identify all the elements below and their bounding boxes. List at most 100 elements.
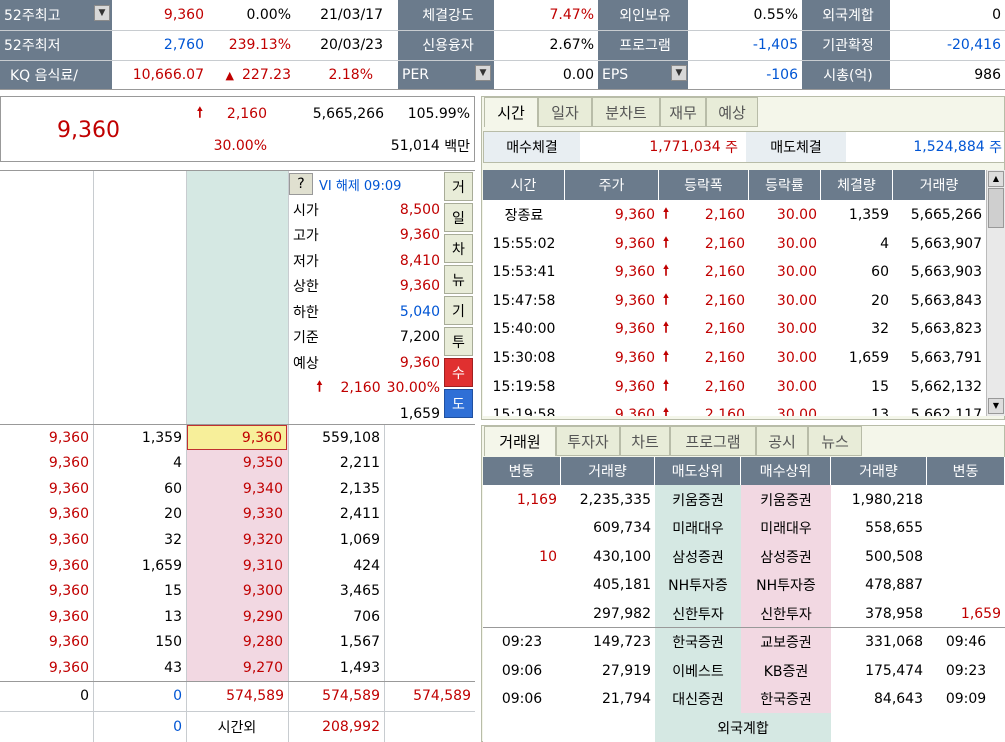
info-label: 하한 [293,304,319,321]
ob-ask-price[interactable]: 9,310 [187,553,287,578]
side-button-3[interactable]: 뉴 [444,265,473,294]
info-label: 상한 [293,279,319,295]
broker-buy-name[interactable]: KB증권 [741,657,831,685]
tab-2[interactable]: 분차트 [592,97,660,127]
broker-buy-name[interactable]: 삼성증권 [741,543,831,571]
broker-sell-change [483,514,561,542]
broker-sell-volume: 2,235,335 [579,492,651,508]
sector-change: ▲ 227.23 [225,67,291,83]
broker-sell-volume: 297,982 [593,605,651,622]
ob-ask-price[interactable]: 9,320 [187,527,287,552]
trade-row: 15:53:41 9,360 🠕 2,160 30.00 60 5,663,903 [483,258,986,286]
info-value: 8,500 [399,201,440,218]
trades-scrollbar[interactable]: ▲ ▼ [986,170,1005,416]
tab-0[interactable]: 거래원 [484,426,556,456]
broker-sell-change: 1,169 [516,492,557,508]
triangle-up-icon: ▲ [225,68,234,82]
ob-trade-price: 9,360 [48,557,89,574]
trade-volume: 5,663,823 [910,321,982,338]
ob-ask-price[interactable]: 9,300 [187,579,287,604]
tab-4[interactable]: 예상 [706,97,758,127]
broker-sell-name[interactable]: 신한투자 [655,600,741,628]
side-button-2[interactable]: 차 [444,234,473,263]
broker-sell-name[interactable]: 한국증권 [655,628,741,656]
trade-price: 9,360 [614,264,655,281]
side-button-6[interactable]: 수 [444,358,473,387]
broker-sell-name[interactable]: 대신증권 [655,685,741,713]
broker-table: 변동 거래량 매도상위 매수상위 거래량 변동 1,169 2,235,335 키움증권 키움증… [483,457,1005,742]
broker-buy-change: 1,659 [960,605,1001,622]
ob-ask-price[interactable]: 9,330 [187,502,287,527]
broker-buy-volume: 558,655 [865,520,923,537]
ob-ask-price[interactable]: 9,360 [187,425,287,450]
info-label: 기준 [293,330,319,346]
ob-ask-price[interactable]: 9,350 [187,451,287,476]
trade-row: 15:19:58 9,360 🠕 2,160 30.00 13 5,662,117 [483,401,986,416]
info-label: 저가 [293,253,319,270]
tab-1[interactable]: 일자 [538,97,592,127]
trade-volume: 5,662,117 [910,407,982,416]
tab-5[interactable]: 뉴스 [808,426,862,456]
ob-ask-price[interactable]: 9,270 [187,655,287,680]
dropdown-eps[interactable]: ▼ [671,65,687,81]
broker-sell-name[interactable]: 삼성증권 [655,543,741,571]
orderbook-row: 9,360 15 9,300 3,465 [0,579,475,604]
info-value: 7,200 [399,329,440,345]
broker-sell-name[interactable]: 키움증권 [655,486,741,514]
broker-buy-name[interactable]: NH투자증 [741,571,831,599]
broker-header: 거래량 [561,457,654,485]
broker-buy-name[interactable]: 교보증권 [741,628,831,656]
side-button-4[interactable]: 기 [444,296,473,325]
ob-trade-qty: 1,659 [141,557,182,574]
scroll-thumb[interactable] [988,188,1004,228]
orderbook-row: 9,360 20 9,330 2,411 [0,502,475,527]
trade-change: 🠕 2,160 [659,373,749,401]
ob-trade-price: 9,360 [48,480,89,497]
broker-sell-change [483,571,561,599]
ob-ask-qty: 2,135 [339,480,380,497]
orderbook-row: 9,360 150 9,280 1,567 [0,630,475,655]
ob-trade-qty: 15 [164,583,182,600]
trade-change: 🠕 2,160 [659,230,749,258]
arrow-up-icon: 🠕 [663,349,670,365]
tab-2[interactable]: 차트 [620,426,670,456]
ob-ask-price[interactable]: 9,280 [187,630,287,655]
broker-buy-name[interactable]: 키움증권 [741,486,831,514]
broker-buy-name[interactable]: 미래대우 [741,514,831,542]
broker-sell-volume: 405,181 [593,577,651,594]
tab-4[interactable]: 공시 [756,426,808,456]
broker-sell-name[interactable]: 이베스트 [655,657,741,685]
broker-sell-name[interactable]: 미래대우 [655,514,741,542]
side-button-5[interactable]: 투 [444,327,473,356]
broker-sell-change: 10 [539,548,557,565]
help-button[interactable]: ? [289,173,313,195]
broker-sell-name[interactable]: NH투자증 [655,571,741,599]
price-change: 🠕 2,160 [171,99,271,129]
tab-3[interactable]: 프로그램 [670,426,756,456]
tab-1[interactable]: 투자자 [556,426,620,456]
after-hours-c2: 0 [173,719,182,735]
dropdown-per[interactable]: ▼ [475,65,491,81]
trade-time: 15:19:58 [492,407,556,416]
broker-volume-1: 27,919 [602,662,651,679]
side-button-1[interactable]: 일 [444,203,473,232]
broker-sell-change [483,600,561,628]
ob-ask-price[interactable]: 9,290 [187,604,287,629]
ob-trade-qty: 20 [164,506,182,523]
tab-3[interactable]: 재무 [660,97,706,127]
top-info-bar: 52주최고 ▼ 9,360 0.00% 21/03/17 체결강도 7.47% … [0,0,1005,90]
side-button-7[interactable]: 도 [444,389,473,418]
scroll-up-icon[interactable]: ▲ [988,171,1004,187]
scroll-down-icon[interactable]: ▼ [988,398,1004,414]
trade-volume: 5,663,843 [910,292,982,309]
side-button-0[interactable]: 거 [444,172,473,201]
orderbook-row: 9,360 43 9,270 1,493 [0,655,475,680]
info-label: 예상 [293,355,319,372]
arrow-up-icon: 🠕 [316,379,323,395]
broker-buy-name[interactable]: 한국증권 [741,685,831,713]
tab-0[interactable]: 시간 [484,97,538,127]
broker-buy-name[interactable]: 신한투자 [741,600,831,628]
trade-volume: 5,665,266 [910,207,982,223]
ob-ask-price[interactable]: 9,340 [187,476,287,501]
dropdown-52w-high[interactable]: ▼ [94,5,110,21]
